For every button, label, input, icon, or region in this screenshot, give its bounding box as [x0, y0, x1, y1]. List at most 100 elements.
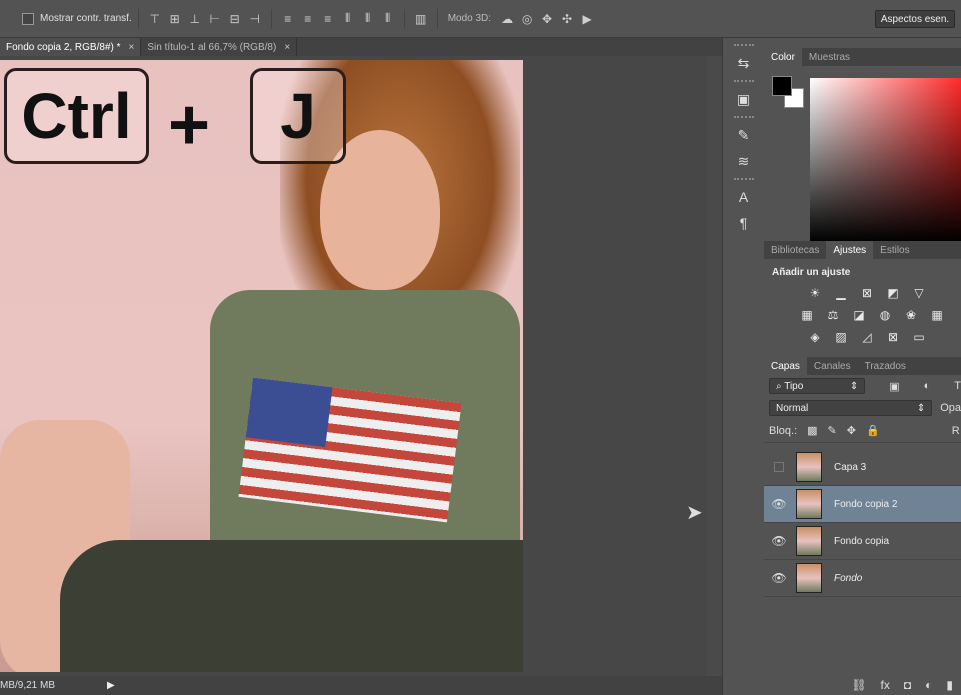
posterize-icon[interactable]: ▨ — [832, 329, 850, 345]
lock-paint-icon[interactable]: ✎ — [828, 424, 837, 437]
gradient-map-icon[interactable]: ▭ — [910, 329, 928, 345]
status-bar: MB/9,21 MB ▶ — [0, 676, 722, 695]
dock-grip[interactable] — [733, 116, 754, 120]
layer-thumbnail — [796, 452, 822, 482]
link-icon[interactable]: ⛓ — [851, 678, 866, 692]
j-key-overlay: J — [250, 68, 346, 164]
show-transform-checkbox[interactable] — [22, 12, 34, 25]
distribute-bottom-icon[interactable]: ≡ — [318, 10, 338, 28]
eye-icon[interactable]: 👁 — [764, 497, 794, 511]
vertical-scrollbar[interactable] — [706, 56, 722, 676]
close-icon[interactable]: × — [284, 42, 290, 53]
layer-row-fondo[interactable]: 👁 Fondo — [764, 560, 961, 597]
layer-row-capa-3[interactable]: Capa 3 — [764, 449, 961, 486]
layer-name: Capa 3 — [834, 461, 867, 473]
slide-3d-icon[interactable]: ✣ — [557, 10, 577, 28]
brush-icon[interactable]: ✎ — [729, 124, 759, 146]
tab-estilos[interactable]: Estilos — [873, 241, 916, 259]
layer-name: Fondo copia — [834, 535, 890, 547]
workspace-button[interactable]: Aspectos esen. — [875, 10, 955, 28]
document-photo[interactable]: Ctrl + J — [0, 60, 523, 672]
adjustment-layer-icon[interactable]: ◐ — [925, 678, 932, 692]
camera-3d-icon[interactable]: ▶ — [577, 10, 597, 28]
brightness-icon[interactable]: ☀ — [806, 285, 824, 301]
align-hcenter-icon[interactable]: ⊟ — [225, 10, 245, 28]
dock-grip[interactable] — [733, 80, 754, 84]
distribute-hcenter-icon[interactable]: ⫴ — [358, 10, 378, 28]
close-icon[interactable]: × — [129, 42, 135, 53]
paragraph-icon[interactable]: ¶ — [729, 212, 759, 234]
dock-grip[interactable] — [733, 44, 754, 48]
auto-align-icon[interactable]: ▥ — [411, 10, 431, 28]
status-menu-icon[interactable]: ▶ — [107, 680, 115, 691]
filter-value: ⌕ Tipo — [776, 380, 804, 392]
balance-icon[interactable]: ⚖ — [824, 307, 842, 323]
distribute-vcenter-icon[interactable]: ≡ — [298, 10, 318, 28]
brush-presets-icon[interactable]: ≋ — [729, 150, 759, 172]
exposure-icon[interactable]: ◩ — [884, 285, 902, 301]
tab-fondo-copia-2[interactable]: Fondo copia 2, RGB/8#) * × — [0, 38, 142, 56]
lookup-icon[interactable]: ▦ — [928, 307, 946, 323]
orbit-3d-icon[interactable]: ☁ — [497, 10, 517, 28]
character-icon[interactable]: A — [729, 186, 759, 208]
align-left-icon[interactable]: ⊢ — [205, 10, 225, 28]
eye-icon[interactable]: 👁 — [764, 571, 794, 585]
type-filter-icon[interactable]: T — [954, 380, 961, 392]
distribute-left-icon[interactable]: ⫴ — [338, 10, 358, 28]
blend-mode-dropdown[interactable]: Normal ⇕ — [769, 400, 933, 416]
tab-trazados[interactable]: Trazados — [858, 357, 913, 375]
tab-capas[interactable]: Capas — [764, 357, 807, 375]
lock-transparent-icon[interactable]: ▩ — [807, 424, 817, 437]
tab-bibliotecas[interactable]: Bibliotecas — [764, 241, 826, 259]
eye-icon[interactable]: 👁 — [764, 534, 794, 548]
tab-ajustes[interactable]: Ajustes — [826, 241, 874, 259]
pan-3d-icon[interactable]: ✥ — [537, 10, 557, 28]
layer-thumbnail — [796, 489, 822, 519]
tab-color[interactable]: Color — [764, 48, 802, 66]
mask-icon[interactable]: ◘ — [904, 678, 911, 692]
dock-grip[interactable] — [733, 178, 754, 182]
selective-color-icon[interactable]: ⊠ — [884, 329, 902, 345]
triangle-icon[interactable]: ▽ — [910, 285, 928, 301]
adjust-filter-icon[interactable]: ◐ — [924, 380, 931, 392]
tab-canales[interactable]: Canales — [807, 357, 858, 375]
photo-legs — [60, 540, 523, 672]
hue-icon[interactable]: ▦ — [798, 307, 816, 323]
layer-name: Fondo copia 2 — [834, 498, 898, 510]
opacity-label: Opa — [940, 402, 961, 414]
roll-3d-icon[interactable]: ◎ — [517, 10, 537, 28]
lock-all-icon[interactable]: 🔒 — [866, 424, 880, 437]
layer-row-fondo-copia[interactable]: 👁 Fondo copia — [764, 523, 961, 560]
chevron-updown-icon: ⇕ — [916, 402, 926, 414]
align-top-icon[interactable]: ⊤ — [145, 10, 165, 28]
history-icon[interactable]: ⇆ — [729, 52, 759, 74]
levels-icon[interactable]: ▁ — [832, 285, 850, 301]
align-bottom-icon[interactable]: ⊥ — [185, 10, 205, 28]
properties-icon[interactable]: ▣ — [729, 88, 759, 110]
distribute-top-icon[interactable]: ≡ — [278, 10, 298, 28]
lock-move-icon[interactable]: ✥ — [847, 424, 856, 437]
plus-overlay: + — [168, 85, 211, 165]
tab-muestras[interactable]: Muestras — [802, 48, 857, 66]
mixer-icon[interactable]: ❀ — [902, 307, 920, 323]
divider — [270, 8, 272, 29]
tab-sin-titulo[interactable]: Sin título-1 al 66,7% (RGB/8) × — [141, 38, 298, 56]
distribute-right-icon[interactable]: ⫴ — [378, 10, 398, 28]
new-group-icon[interactable]: ▮ — [946, 678, 953, 692]
align-right-icon[interactable]: ⊣ — [245, 10, 265, 28]
image-filter-icon[interactable]: ▣ — [889, 380, 899, 393]
filter-dropdown[interactable]: ⌕ Tipo ⇕ — [769, 378, 866, 394]
align-vcenter-icon[interactable]: ⊞ — [165, 10, 185, 28]
layer-row-fondo-copia-2[interactable]: 👁 Fondo copia 2 — [764, 486, 961, 523]
adjust-title: Añadir un ajuste — [772, 267, 851, 278]
photo-filter-icon[interactable]: ◍ — [876, 307, 894, 323]
visibility-toggle[interactable] — [774, 462, 784, 472]
threshold-icon[interactable]: ◿ — [858, 329, 876, 345]
color-spectrum[interactable] — [810, 78, 961, 242]
foreground-color-swatch[interactable] — [772, 76, 792, 96]
fx-icon[interactable]: fx — [881, 678, 890, 692]
curves-icon[interactable]: ⊠ — [858, 285, 876, 301]
bw-icon[interactable]: ◪ — [850, 307, 868, 323]
canvas-area[interactable]: Ctrl + J ➤ — [0, 56, 706, 676]
invert-icon[interactable]: ◈ — [806, 329, 824, 345]
